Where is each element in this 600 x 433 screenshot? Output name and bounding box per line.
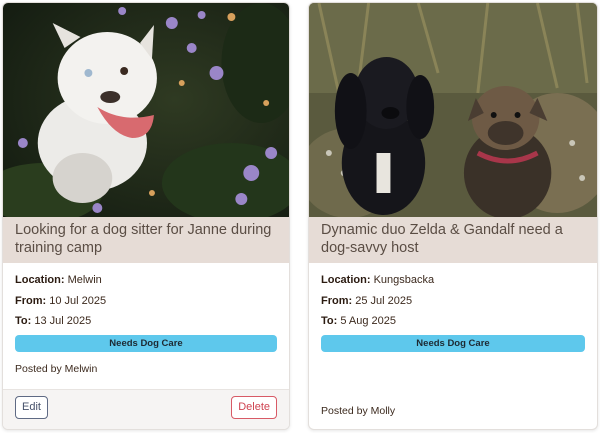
- from-value: 10 Jul 2025: [49, 294, 107, 307]
- location-label: Location:: [15, 274, 65, 286]
- posted-by: Posted by Molly: [321, 405, 396, 417]
- white-bulldog-photo: [3, 3, 289, 217]
- to-value: 5 Aug 2025: [340, 315, 397, 327]
- to-row: To: 5 Aug 2025: [321, 314, 585, 328]
- to-label: To:: [15, 315, 32, 327]
- from-row: From: 25 Jul 2025: [321, 294, 585, 308]
- edit-button[interactable]: Edit: [15, 396, 48, 419]
- posted-by: Posted by Melwin: [15, 362, 98, 375]
- delete-button[interactable]: Delete: [231, 396, 277, 419]
- location-value: Kungsbacka: [373, 274, 435, 286]
- listing-card[interactable]: Dynamic duo Zelda & Gandalf need a dog-s…: [308, 2, 598, 430]
- status-badge: Needs Dog Care: [321, 334, 585, 352]
- listing-title-band: Dynamic duo Zelda & Gandalf need a dog-s…: [309, 217, 597, 263]
- location-value: Melwin: [67, 274, 102, 286]
- two-dogs-photo: [309, 3, 597, 217]
- listing-title[interactable]: Dynamic duo Zelda & Gandalf need a dog-s…: [321, 221, 585, 257]
- card-footer: Edit Delete: [3, 389, 289, 429]
- from-label: From:: [321, 294, 353, 307]
- to-label: To:: [321, 315, 338, 327]
- from-label: From:: [15, 294, 47, 307]
- listing-title[interactable]: Looking for a dog sitter for Janne durin…: [15, 221, 277, 257]
- location-label: Location:: [321, 274, 371, 286]
- from-value: 25 Jul 2025: [355, 294, 413, 307]
- location-row: Location: Melwin: [15, 273, 277, 287]
- to-value: 13 Jul 2025: [34, 315, 92, 327]
- from-row: From: 10 Jul 2025: [15, 294, 277, 308]
- to-row: To: 13 Jul 2025: [15, 314, 277, 328]
- listing-card[interactable]: Looking for a dog sitter for Janne durin…: [2, 2, 290, 430]
- location-row: Location: Kungsbacka: [321, 273, 585, 287]
- listing-details: Location: Melwin From: 10 Jul 2025 To: 1…: [15, 273, 277, 375]
- listing-details: Location: Kungsbacka From: 25 Jul 2025 T…: [321, 273, 585, 352]
- listing-title-band: Looking for a dog sitter for Janne durin…: [3, 217, 289, 263]
- status-badge: Needs Dog Care: [15, 334, 277, 352]
